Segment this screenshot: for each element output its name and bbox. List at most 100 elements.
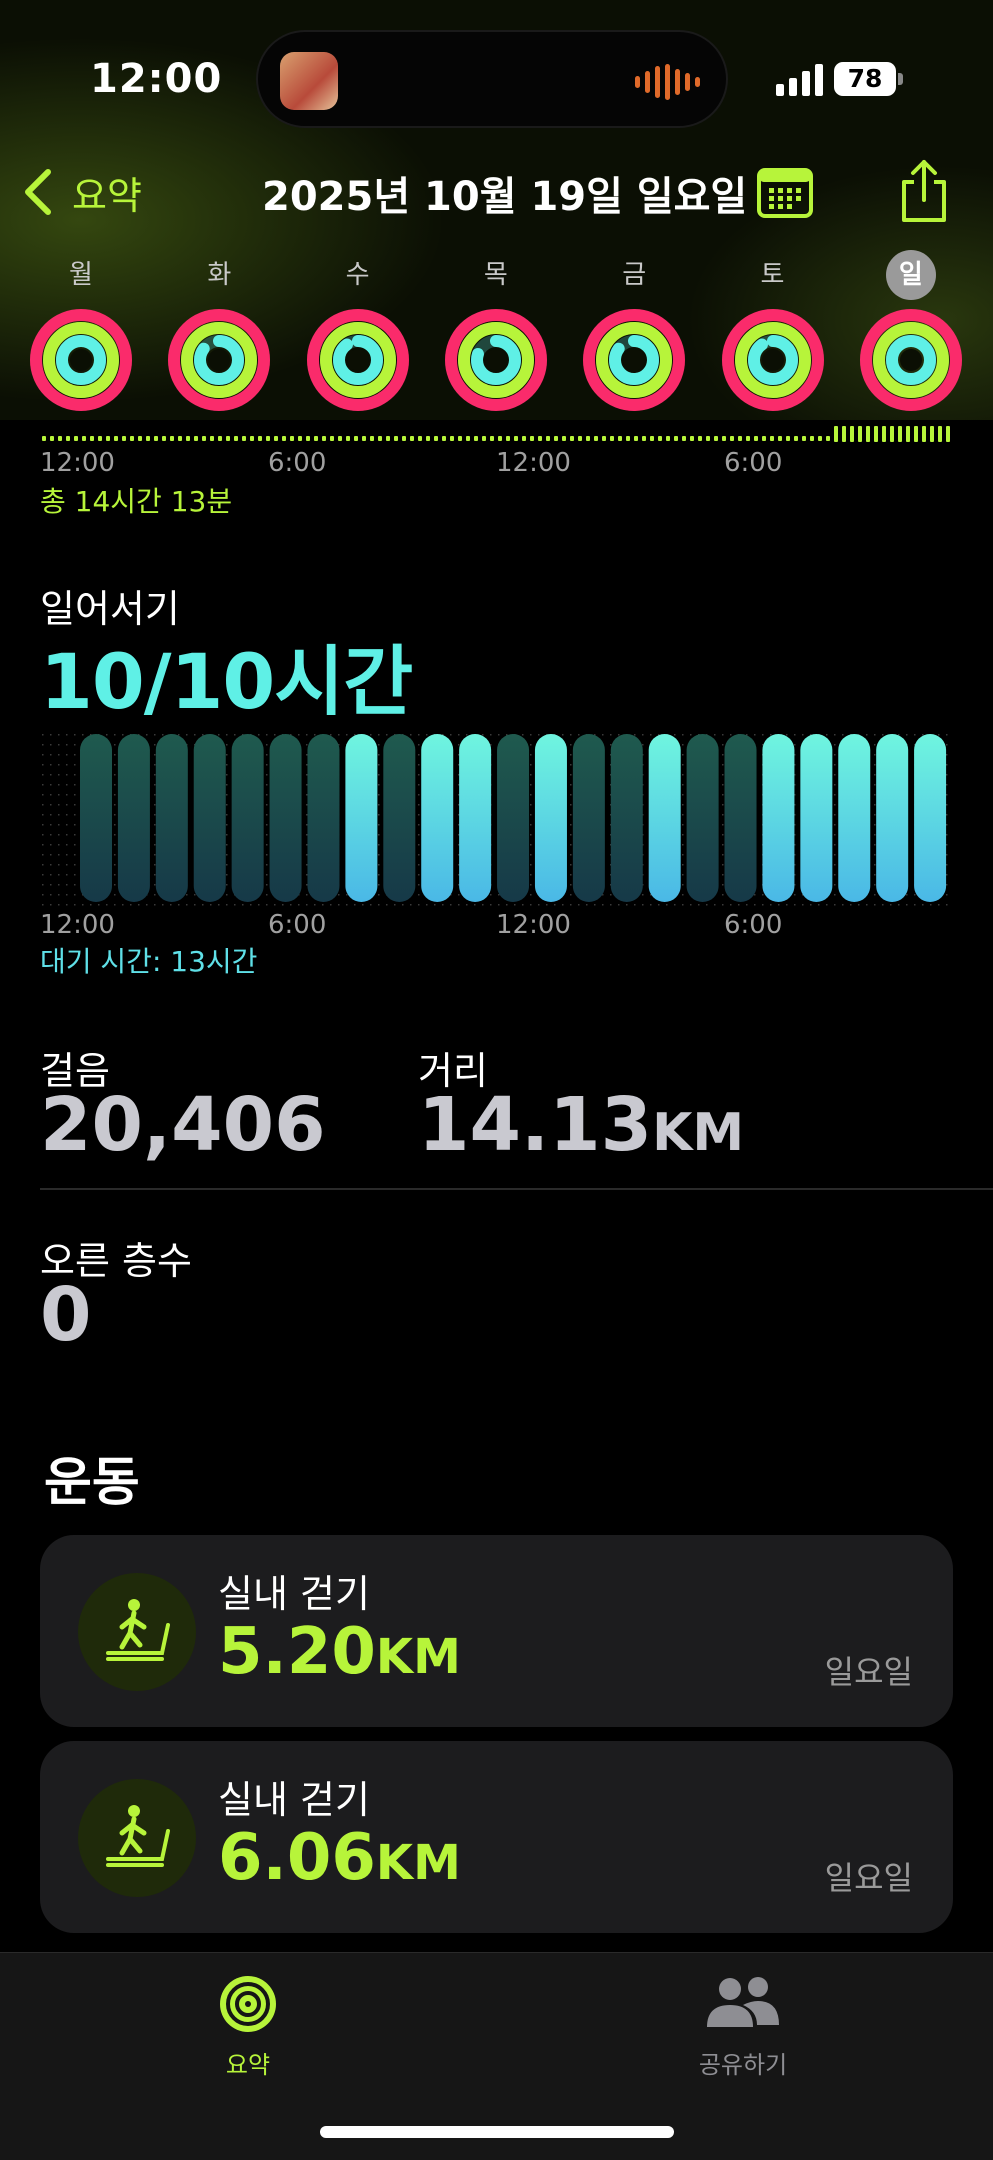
grid-dot [834,774,836,776]
day-5[interactable]: 토 [718,250,828,412]
calendar-icon[interactable] [756,164,814,220]
grid-dot [530,814,532,816]
grid-dot [226,784,228,786]
grid-dot [266,754,268,756]
day-2[interactable]: 수 [303,250,413,412]
grid-dot [938,904,940,906]
grid-dot [834,744,836,746]
grid-dot [402,904,404,906]
grid-dot [114,874,116,876]
grid-dot [266,794,268,796]
grid-dot [114,784,116,786]
back-button[interactable]: 요약 [18,162,142,222]
workout-card[interactable]: 실내 걷기 5.20KM 일요일 [40,1535,953,1727]
move-tick [154,436,158,441]
grid-dot [450,904,452,906]
status-bar: 12:00 78 [0,0,993,150]
grid-dot [66,864,68,866]
axis-label: 12:00 [496,448,571,478]
grid-dot [426,904,428,906]
grid-dot [266,774,268,776]
grid-dot [386,904,388,906]
grid-dot [82,734,84,736]
move-tick [346,436,350,441]
move-tick [690,436,694,441]
day-4[interactable]: 금 [579,250,689,412]
tab-summary[interactable]: 요약 [148,1973,348,2080]
grid-dot [874,854,876,856]
move-tick [618,436,622,441]
grid-dot [866,734,868,736]
grid-dot [762,894,764,896]
day-3[interactable]: 목 [441,250,551,412]
grid-dot [274,904,276,906]
grid-dot [946,874,948,876]
move-tick [674,436,678,441]
grid-dot [66,884,68,886]
grid-dot [106,734,108,736]
grid-dot [946,734,948,736]
grid-dot [66,824,68,826]
move-tick [258,436,262,441]
grid-dot [42,854,44,856]
grid-dot [42,844,44,846]
grid-dot [682,744,684,746]
grid-dot [730,734,732,736]
grid-dot [74,904,76,906]
activity-rings-icon [220,1976,276,2032]
grid-dot [762,904,764,906]
grid-dot [826,904,828,906]
grid-dot [874,734,876,736]
move-tick [98,436,102,441]
grid-dot [58,874,60,876]
move-tick [658,436,662,441]
grid-dot [98,904,100,906]
grid-dot [450,734,452,736]
grid-dot [626,904,628,906]
grid-dot [506,904,508,906]
day-0[interactable]: 월 [26,250,136,412]
move-tick [922,426,926,442]
tab-sharing[interactable]: 공유하기 [643,1973,843,2080]
share-icon[interactable] [896,158,952,224]
grid-dot [66,834,68,836]
grid-dot [378,794,380,796]
grid-dot [842,734,844,736]
day-6[interactable]: 일 [856,250,966,412]
move-tick [394,436,398,441]
grid-dot [530,754,532,756]
grid-dot [378,894,380,896]
grid-dot [186,734,188,736]
grid-dot [874,794,876,796]
stand-hours-chart [42,734,948,906]
grid-dot [946,844,948,846]
grid-dot [642,894,644,896]
grid-dot [946,834,948,836]
grid-dot [466,904,468,906]
grid-dot [882,904,884,906]
workout-distance: 6.06KM [218,1821,461,1895]
grid-dot [834,794,836,796]
grid-dot [106,904,108,906]
grid-dot [58,734,60,736]
move-tick [738,436,742,441]
grid-dot [378,734,380,736]
axis-label: 6:00 [724,910,783,940]
grid-dot [874,774,876,776]
grid-dot [266,884,268,886]
grid-dot [410,904,412,906]
move-tick [842,426,846,442]
day-1[interactable]: 화 [164,250,274,412]
grid-dot [42,824,44,826]
grid-dot [378,814,380,816]
stand-hour-bar [307,734,340,902]
grid-dot [50,844,52,846]
workout-card[interactable]: 실내 걷기 6.06KM 일요일 [40,1741,953,1933]
axis-label: 6:00 [268,910,327,940]
grid-dot [834,884,836,886]
grid-dot [946,764,948,766]
grid-dot [154,864,156,866]
stand-hour-bar [610,734,643,902]
dynamic-island[interactable] [256,30,728,128]
move-tick [482,436,486,441]
